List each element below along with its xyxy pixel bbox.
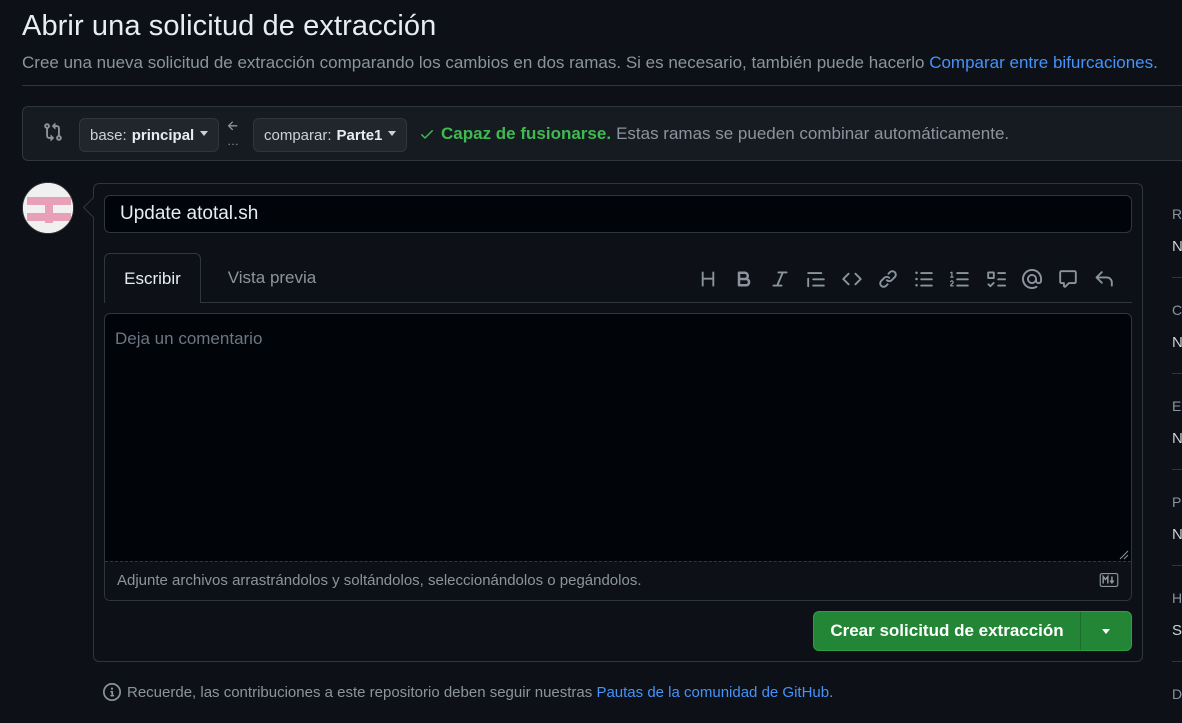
sidebar-divider (1172, 373, 1182, 374)
check-icon (421, 130, 433, 139)
avatar[interactable] (22, 182, 74, 234)
page-subtitle: Cree una nueva solicitud de extracción c… (22, 53, 1158, 73)
chevron-down-icon (388, 130, 397, 136)
base-label: base: (90, 126, 127, 144)
sidebar-reviewers-label[interactable]: R (1172, 206, 1182, 222)
comment-placeholder: Deja un comentario (115, 329, 263, 348)
compare-forks-link[interactable]: Comparar entre bifurcaciones (929, 53, 1153, 72)
merge-status-ok: Capaz de fusionarse. (441, 124, 612, 143)
note-text: Recuerde, las contribuciones a este repo… (127, 683, 593, 701)
resize-handle-icon[interactable] (1119, 550, 1129, 560)
bold-icon[interactable] (726, 265, 762, 293)
divider (22, 85, 1182, 86)
markdown-toolbar (690, 265, 1122, 293)
italic-icon[interactable] (762, 265, 798, 293)
subtitle-end: . (1153, 53, 1158, 72)
page-title: Abrir una solicitud de extracción (22, 10, 437, 42)
identicon-icon (23, 183, 73, 233)
sidebar-projects-value: N (1172, 526, 1182, 543)
sidebar-milestone-label[interactable]: H (1172, 590, 1182, 606)
attach-files-text: Adjunte archivos arrastrándolos y soltán… (117, 572, 642, 589)
create-pull-request-button[interactable]: Crear solicitud de extracción (813, 611, 1132, 651)
base-branch-select[interactable]: base: principal (79, 118, 220, 152)
subtitle-text: Cree una nueva solicitud de extracción c… (22, 53, 925, 72)
sidebar-reviewers-value: N (1172, 238, 1182, 255)
merge-status: Capaz de fusionarse. Estas ramas se pued… (419, 124, 1009, 144)
quote-icon[interactable] (798, 265, 834, 293)
merge-status-desc: Estas ramas se pueden combinar automátic… (616, 124, 1010, 143)
reference-icon[interactable] (1050, 265, 1086, 293)
compare-label: comparar: (264, 126, 332, 144)
sidebar-assignees-value: N (1172, 334, 1182, 351)
attach-files-area[interactable]: Adjunte archivos arrastrándolos y soltán… (105, 561, 1131, 600)
sidebar-labels-value: N (1172, 430, 1182, 447)
heading-icon[interactable] (690, 265, 726, 293)
task-list-icon[interactable] (978, 265, 1014, 293)
ordered-list-icon[interactable] (942, 265, 978, 293)
sidebar-assignees-label[interactable]: C (1172, 302, 1182, 318)
chevron-down-icon (1102, 628, 1110, 634)
tab-write[interactable]: Escribir (104, 253, 201, 303)
tab-preview[interactable]: Vista previa (212, 253, 332, 303)
compare-branch-select[interactable]: comparar: Parte1 (253, 118, 408, 152)
mention-icon[interactable] (1014, 265, 1050, 293)
sidebar-divider (1172, 661, 1182, 662)
chevron-down-icon (200, 130, 209, 136)
compare-value: Parte1 (336, 126, 383, 144)
git-compare-icon (44, 122, 62, 142)
create-options-dropdown[interactable] (1080, 612, 1131, 650)
community-guidelines-link[interactable]: Pautas de la comunidad de GitHub (596, 684, 829, 701)
sidebar-development-label[interactable]: D (1172, 686, 1182, 702)
unordered-list-icon[interactable] (906, 265, 942, 293)
sidebar-projects-label[interactable]: P (1172, 494, 1181, 510)
sidebar-divider (1172, 565, 1182, 566)
code-icon[interactable] (834, 265, 870, 293)
info-icon (103, 683, 121, 701)
note-end: . (829, 683, 834, 701)
sidebar-divider (1172, 469, 1182, 470)
markdown-icon[interactable] (1099, 573, 1119, 587)
create-button-label[interactable]: Crear solicitud de extracción (814, 612, 1080, 650)
arrow-left-icon: … (223, 119, 243, 149)
comment-editor[interactable]: Deja un comentario Adjunte archivos arra… (104, 313, 1132, 601)
sidebar-milestone-value: Si (1172, 622, 1182, 639)
sidebar-labels-label[interactable]: E (1172, 398, 1181, 414)
branch-range-bar: base: principal … comparar: Parte1 Capaz… (22, 106, 1182, 161)
base-value: principal (131, 126, 195, 144)
reply-icon[interactable] (1086, 265, 1122, 293)
title-input[interactable]: Update atotal.sh (104, 195, 1132, 233)
link-icon[interactable] (870, 265, 906, 293)
community-note: Recuerde, las contribuciones a este repo… (103, 683, 833, 701)
sidebar-divider (1172, 277, 1182, 278)
